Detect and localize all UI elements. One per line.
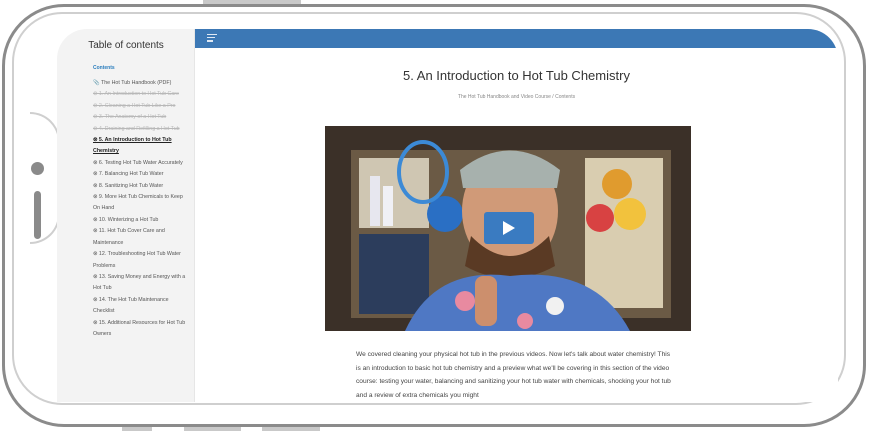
toc-item[interactable]: 📎 The Hot Tub Handbook (PDF) [93, 78, 189, 89]
camera-icon [31, 162, 44, 175]
toc-items: 📎 The Hot Tub Handbook (PDF) ⊗ 1. An Intr… [93, 78, 189, 340]
main-content: 5. An Introduction to Hot Tub Chemistry … [195, 48, 838, 402]
toc-item[interactable]: ⊗ 8. Sanitizing Hot Tub Water [93, 181, 189, 192]
menu-icon[interactable] [207, 34, 217, 43]
toc-item[interactable]: ⊗ 10. Winterizing a Hot Tub [93, 215, 189, 226]
toc-item[interactable]: ⊗ 13. Saving Money and Energy with a Hot… [93, 272, 189, 295]
toc-item[interactable]: ⊗ 9. More Hot Tub Chemicals to Keep On H… [93, 192, 189, 215]
toc-item[interactable]: ⊗ 6. Testing Hot Tub Water Accurately [93, 158, 189, 169]
toc-heading[interactable]: Contents [93, 65, 189, 71]
body-text: We covered cleaning your physical hot tu… [356, 351, 671, 400]
top-bar [195, 29, 838, 48]
page-title: 5. An Introduction to Hot Tub Chemistry [403, 68, 630, 83]
phone-top-button [203, 0, 301, 4]
play-button[interactable] [484, 212, 534, 244]
toc-item[interactable]: ⊗ 14. The Hot Tub Maintenance Checklist [93, 295, 189, 318]
speaker-icon [34, 191, 41, 239]
toc-item[interactable]: ⊗ 1. An Introduction to Hot Tub Care [93, 89, 189, 100]
toc-item[interactable]: ⊗ 15. Additional Resources for Hot Tub O… [93, 318, 189, 341]
phone-bottom-button [122, 427, 152, 431]
toc-list: Contents 📎 The Hot Tub Handbook (PDF) ⊗ 1… [93, 65, 189, 340]
toc-item[interactable]: ⊗ 11. Hot Tub Cover Care and Maintenance [93, 226, 189, 249]
video-player[interactable] [325, 126, 691, 331]
toc-item[interactable]: ⊗ 4. Draining and Refilling a Hot Tub [93, 124, 189, 135]
phone-bottom-button [184, 427, 241, 431]
breadcrumb[interactable]: The Hot Tub Handbook and Video Course / … [195, 94, 838, 100]
toc-title: Table of contents [88, 40, 164, 51]
toc-item[interactable]: ⊗ 5. An Introduction to Hot Tub Chemistr… [93, 135, 189, 158]
toc-sidebar: Table of contents Contents 📎 The Hot Tub… [57, 29, 195, 402]
toc-item[interactable]: ⊗ 3. The Anatomy of a Hot Tub [93, 112, 189, 123]
toc-item[interactable]: ⊗ 7. Balancing Hot Tub Water [93, 169, 189, 180]
screen: Table of contents Contents 📎 The Hot Tub… [57, 29, 838, 402]
toc-item[interactable]: ⊗ 2. Cleaning a Hot Tub Like a Pro [93, 101, 189, 112]
toc-item[interactable]: ⊗ 12. Troubleshooting Hot Tub Water Prob… [93, 249, 189, 272]
phone-bottom-button [262, 427, 320, 431]
